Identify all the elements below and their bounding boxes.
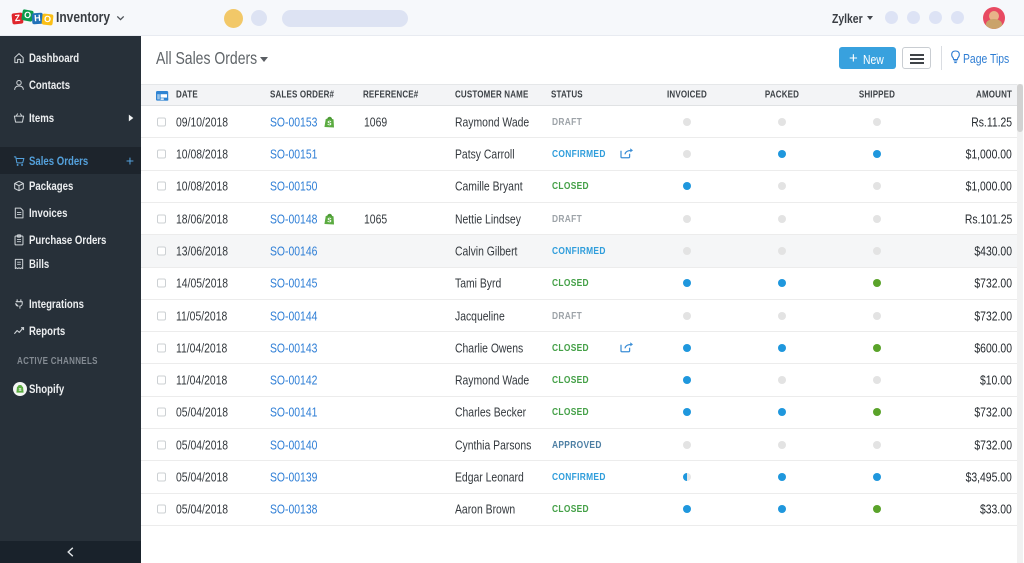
svg-text:S: S bbox=[18, 387, 21, 392]
